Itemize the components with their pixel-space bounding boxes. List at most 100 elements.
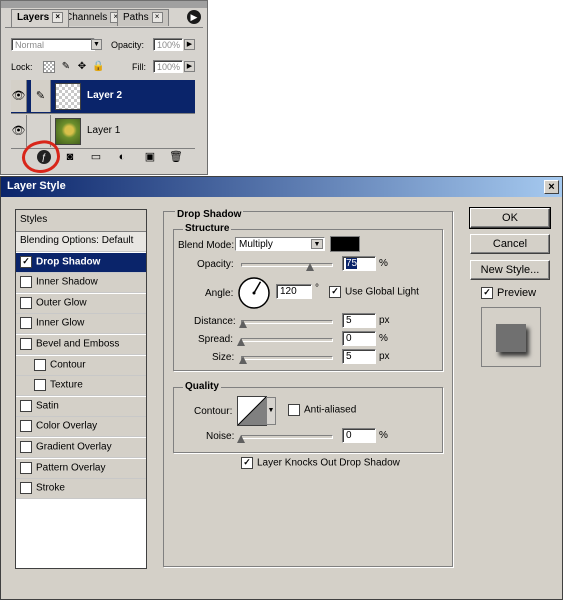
style-item[interactable]: Bevel and Emboss <box>16 335 146 355</box>
eye-icon[interactable]: 👁 <box>11 115 27 147</box>
style-item[interactable]: Contour <box>16 355 146 376</box>
spread-unit: % <box>379 333 388 344</box>
chevron-down-icon[interactable]: ▼ <box>311 239 323 249</box>
lock-all-icon[interactable]: 🔒 <box>92 61 104 73</box>
checkbox-icon[interactable] <box>20 399 32 412</box>
noise-input[interactable]: 0 <box>342 428 376 443</box>
palette-titlebar[interactable] <box>1 1 207 8</box>
anti-aliased-checkbox[interactable]: Anti-aliased <box>288 404 356 416</box>
style-item[interactable]: Inner Glow <box>16 314 146 335</box>
checkbox-icon[interactable] <box>34 358 46 371</box>
checkbox-icon[interactable] <box>20 338 32 350</box>
style-item[interactable]: Pattern Overlay <box>16 458 146 479</box>
style-item[interactable]: ✓ Drop Shadow <box>16 252 146 273</box>
tab-close-icon[interactable]: × <box>52 12 64 23</box>
add-mask-icon[interactable]: ◙ <box>63 150 77 164</box>
spread-label: Spread: <box>198 334 234 345</box>
fill-input[interactable]: 100% <box>153 60 183 73</box>
lock-paint-icon[interactable]: ✎ <box>60 61 72 73</box>
style-item[interactable]: Color Overlay <box>16 417 146 438</box>
checkbox-icon[interactable] <box>20 482 32 495</box>
lock-label: Lock: <box>11 62 33 72</box>
fill-arrow-icon[interactable]: ▶ <box>184 61 195 72</box>
style-item[interactable]: Inner Shadow <box>16 273 146 294</box>
eye-icon[interactable]: 👁 <box>11 80 27 112</box>
contour-picker[interactable] <box>237 396 267 426</box>
preview-swatch <box>496 324 526 352</box>
chevron-down-icon[interactable]: ▼ <box>91 39 102 50</box>
checkbox-icon[interactable] <box>34 379 46 392</box>
noise-input-value: 0 <box>346 430 352 441</box>
ok-button[interactable]: OK <box>469 207 551 229</box>
styles-header[interactable]: Styles <box>16 210 146 232</box>
opacity-arrow-icon[interactable]: ▶ <box>184 39 195 50</box>
angle-input[interactable]: 120 <box>276 284 312 299</box>
checkbox-icon <box>288 404 300 416</box>
noise-slider-thumb[interactable] <box>237 435 245 444</box>
layer-row[interactable]: 👁 ✎ Layer 2 <box>11 80 195 114</box>
opacity-slider-thumb[interactable] <box>306 263 314 272</box>
checkbox-icon[interactable] <box>20 276 32 289</box>
tab-close-icon[interactable]: × <box>151 12 163 23</box>
new-group-icon[interactable]: ▭ <box>89 150 103 164</box>
new-style-button[interactable]: New Style... <box>470 260 550 280</box>
cancel-button[interactable]: Cancel <box>470 234 550 254</box>
palette-menu-arrow-icon[interactable]: ▶ <box>187 10 201 24</box>
style-item-label: Inner Glow <box>36 318 85 330</box>
structure-title: Structure <box>183 223 232 234</box>
close-icon[interactable]: × <box>544 180 559 194</box>
noise-slider-track[interactable] <box>241 435 333 439</box>
checkbox-icon[interactable] <box>20 461 32 474</box>
style-item[interactable]: Gradient Overlay <box>16 438 146 458</box>
opacity-input[interactable]: 75 <box>342 256 376 271</box>
blend-mode-select[interactable]: Normal <box>11 38 95 51</box>
style-item[interactable]: Satin <box>16 396 146 417</box>
adjustment-layer-icon[interactable]: ◐ <box>115 150 129 164</box>
style-item[interactable]: Outer Glow <box>16 293 146 314</box>
spread-slider-track[interactable] <box>241 338 333 342</box>
checkbox-icon: ✓ <box>241 457 253 469</box>
chevron-down-icon[interactable]: ▼ <box>266 397 276 425</box>
style-item-label: Texture <box>50 379 83 391</box>
use-global-light-checkbox[interactable]: ✓ Use Global Light <box>329 286 419 298</box>
size-input[interactable]: 5 <box>342 349 376 364</box>
size-unit: px <box>379 351 390 362</box>
angle-dial[interactable] <box>237 276 271 310</box>
tab-paths[interactable]: Paths × <box>117 9 169 26</box>
style-item-label: Outer Glow <box>36 297 87 309</box>
preview-checkbox[interactable]: ✓ Preview <box>481 287 536 300</box>
size-slider-track[interactable] <box>241 356 333 360</box>
spread-slider-thumb[interactable] <box>237 338 245 347</box>
size-slider-thumb[interactable] <box>239 356 247 365</box>
tab-channels-label: Channels <box>65 12 108 24</box>
distance-slider-thumb[interactable] <box>239 320 247 329</box>
lock-transparency-icon[interactable] <box>43 61 55 73</box>
style-item[interactable]: Texture <box>16 376 146 397</box>
checkbox-icon[interactable] <box>20 296 32 309</box>
brush-icon[interactable]: ✎ <box>31 80 51 112</box>
checkbox-icon[interactable] <box>20 420 32 433</box>
dialog-titlebar[interactable]: Layer Style <box>1 177 562 197</box>
style-item-label: Inner Shadow <box>36 276 98 288</box>
lock-move-icon[interactable]: ✥ <box>76 61 88 73</box>
opacity-input[interactable]: 100% <box>153 38 183 51</box>
checkbox-icon[interactable] <box>20 317 32 330</box>
tab-layers[interactable]: Layers × <box>11 9 70 27</box>
checkbox-icon[interactable]: ✓ <box>20 255 32 268</box>
layer-name[interactable]: Layer 2 <box>87 90 122 101</box>
spread-input[interactable]: 0 <box>342 331 376 346</box>
layer-name[interactable]: Layer 1 <box>87 125 120 136</box>
drop-shadow-title: Drop Shadow <box>175 209 244 220</box>
distance-slider-track[interactable] <box>241 320 333 324</box>
shadow-color-swatch[interactable] <box>330 236 360 252</box>
opacity-unit: % <box>379 258 388 269</box>
style-item[interactable]: Blending Options: Default <box>16 232 146 252</box>
new-layer-icon[interactable]: ▣ <box>143 150 157 164</box>
trash-icon[interactable]: 🗑 <box>169 150 183 164</box>
opacity-slider-track[interactable] <box>241 263 333 267</box>
style-item-label: Blending Options: Default <box>20 235 134 246</box>
checkbox-icon[interactable] <box>20 441 32 453</box>
style-item[interactable]: Stroke <box>16 479 146 500</box>
knockout-checkbox[interactable]: ✓ Layer Knocks Out Drop Shadow <box>241 457 400 469</box>
distance-input[interactable]: 5 <box>342 313 376 328</box>
